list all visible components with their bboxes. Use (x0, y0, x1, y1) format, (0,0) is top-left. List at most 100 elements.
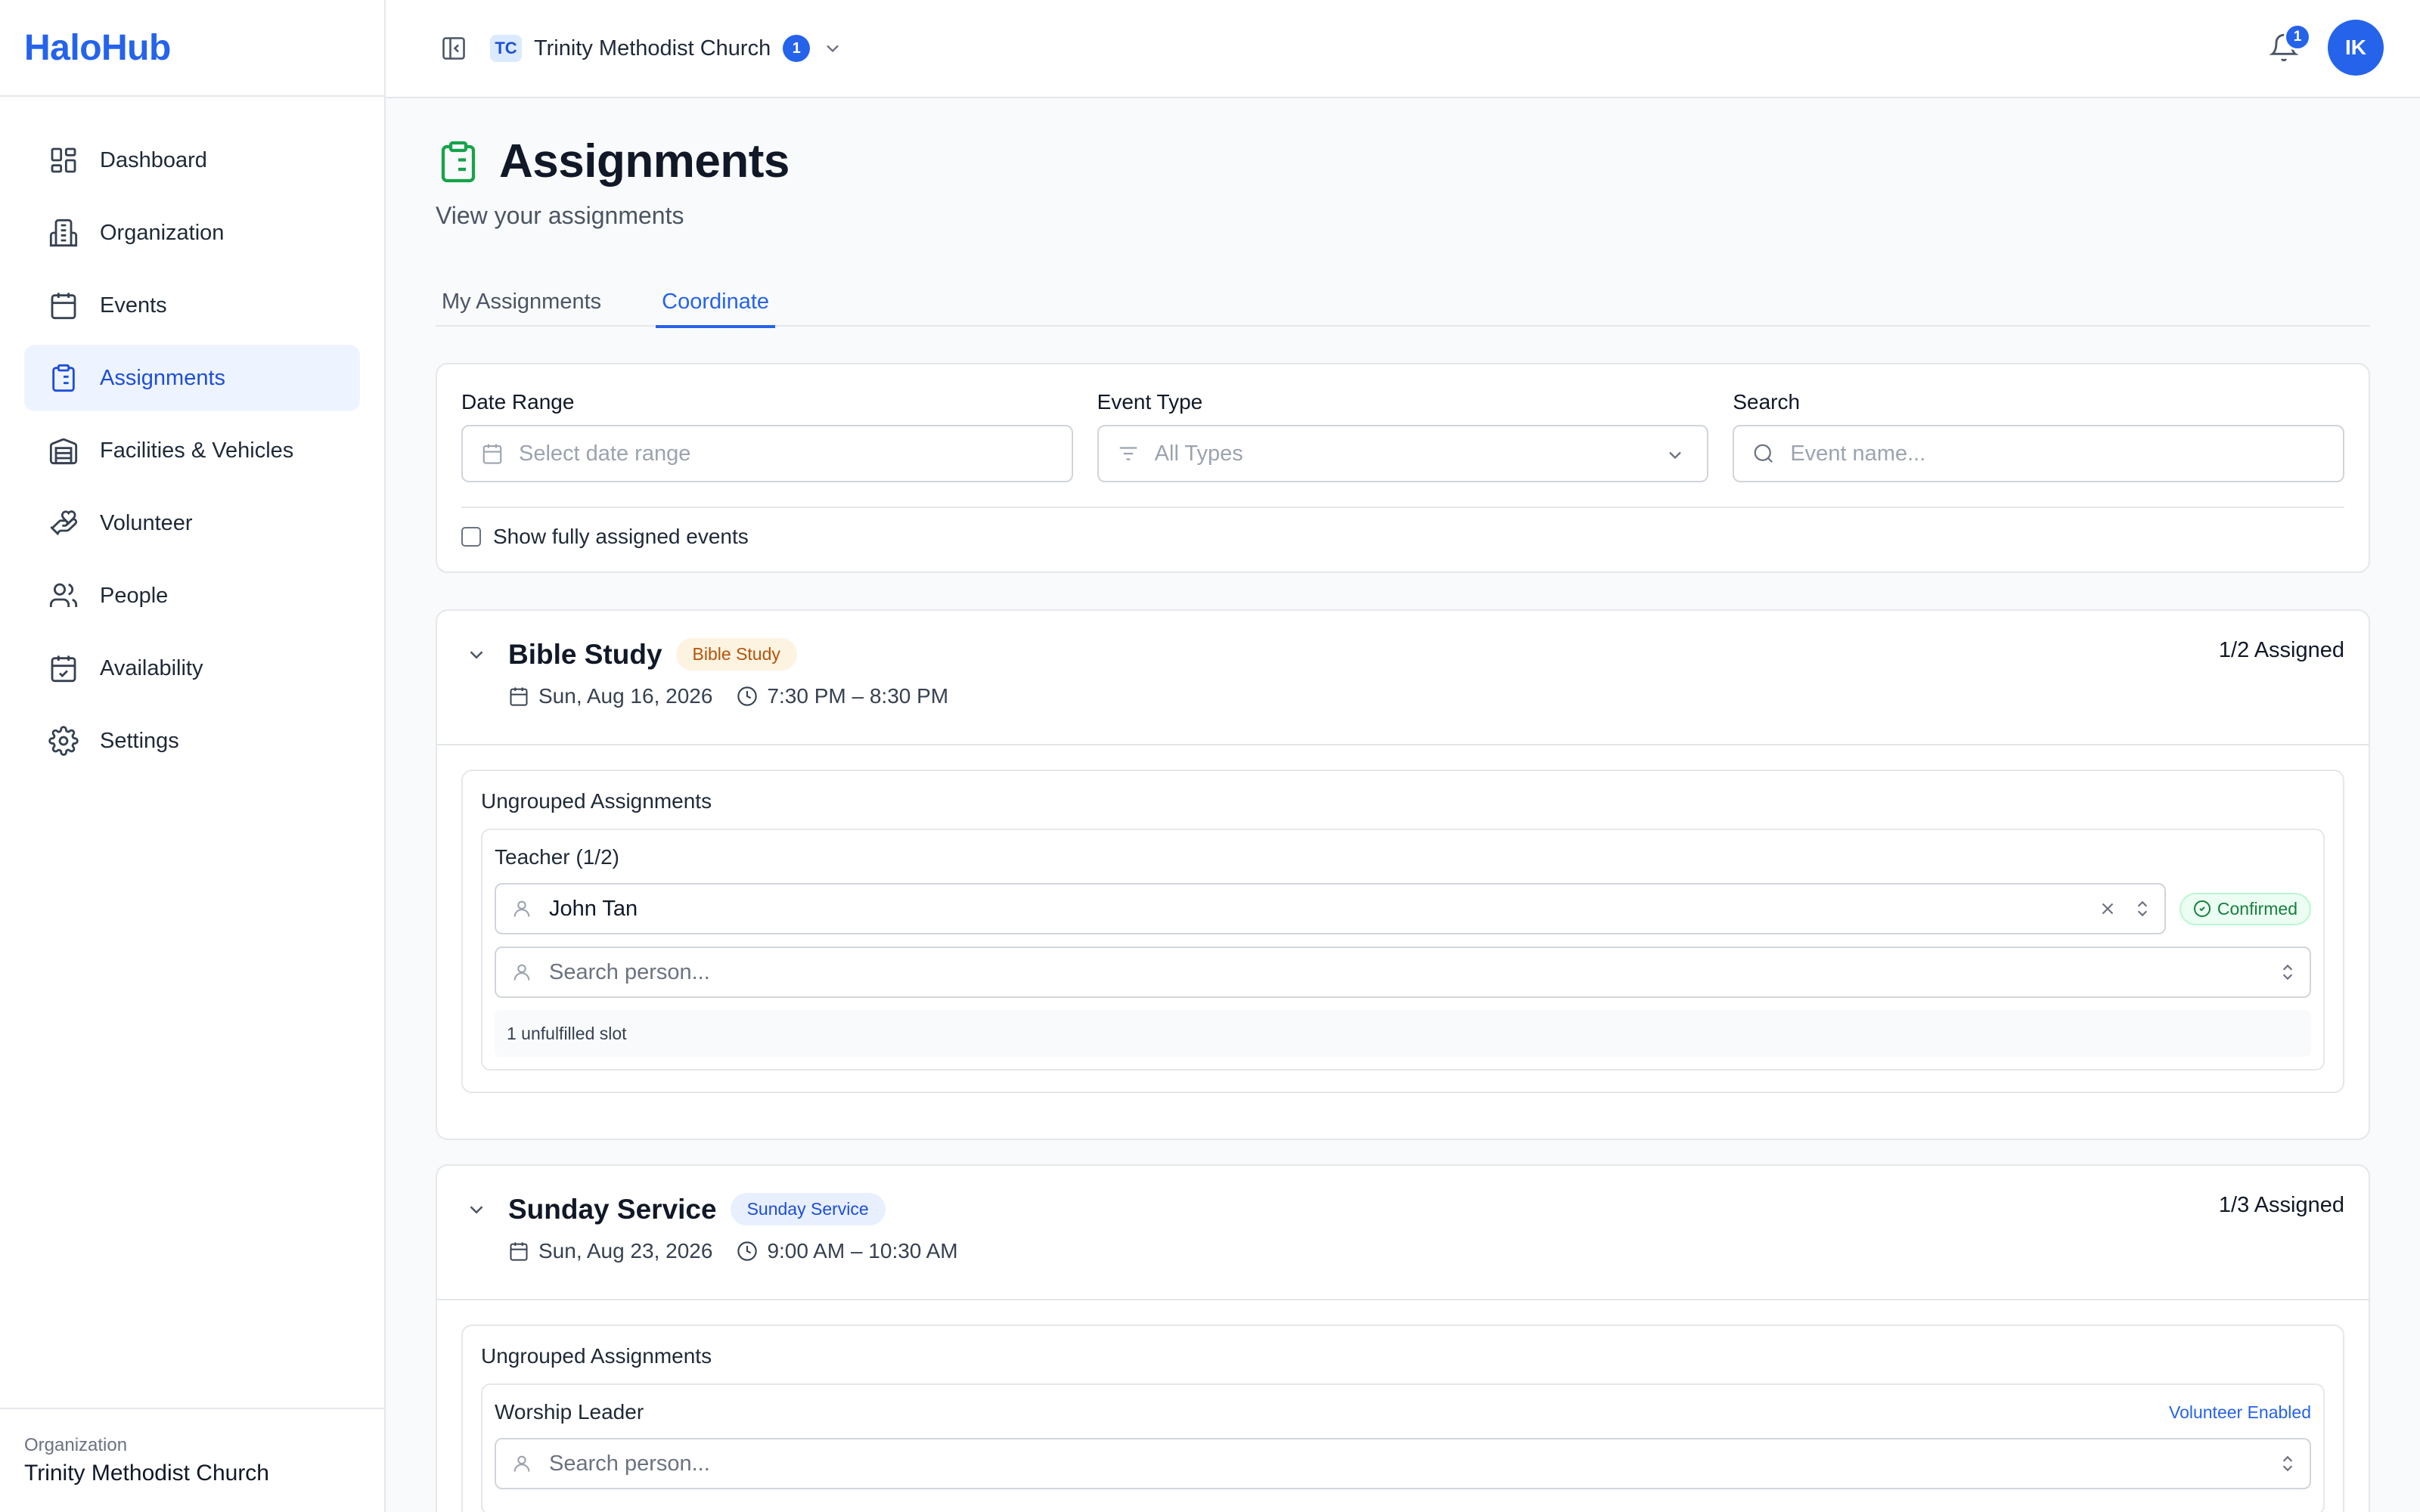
person-search-placeholder: Search person... (549, 1451, 710, 1476)
date-range-label: Date Range (461, 390, 575, 414)
avatar[interactable]: IK (2328, 20, 2384, 76)
users-icon (48, 581, 79, 611)
panel-left-close-icon (442, 37, 465, 60)
event-body: Ungrouped Assignments Teacher (1/2) John… (437, 745, 2369, 1139)
sidebar-item-dashboard[interactable]: Dashboard (24, 127, 360, 194)
event-date-text: Sun, Aug 16, 2026 (538, 684, 713, 708)
page-subtitle: View your assignments (436, 202, 684, 229)
volunteer-enabled-link[interactable]: Volunteer Enabled (2169, 1402, 2311, 1423)
topbar: TC Trinity Methodist Church 1 1 IK (386, 0, 2420, 98)
clipboard-icon (48, 363, 79, 393)
event-body: Ungrouped Assignments Worship Leader Vol… (437, 1300, 2369, 1512)
sidebar-org-footer: Organization Trinity Methodist Church (0, 1408, 384, 1512)
brand-logo-text[interactable]: HaloHub (24, 27, 171, 69)
event-type-badge: Sunday Service (730, 1193, 886, 1225)
status-badge-text: Confirmed (2217, 898, 2297, 919)
event-search-input[interactable]: Event name... (1733, 425, 2345, 482)
org-footer-label: Organization (24, 1435, 128, 1455)
main-area: TC Trinity Methodist Church 1 1 IK Assig… (386, 0, 2420, 1512)
sidebar-item-events[interactable]: Events (24, 272, 360, 339)
calendar-icon (510, 687, 528, 706)
event-type-badge: Bible Study (675, 638, 797, 671)
sidebar-item-label: Availability (100, 655, 203, 680)
event-time: 7:30 PM – 8:30 PM (737, 684, 948, 708)
sidebar-nav: Dashboard Organization Events Assignment… (0, 97, 384, 774)
user-icon (511, 1452, 534, 1475)
person-search-placeholder: Search person... (549, 959, 710, 984)
search-filter: Search Event name... (1733, 390, 2345, 482)
tab-my-assignments[interactable]: My Assignments (436, 277, 607, 327)
check-circle-icon (2193, 900, 2211, 917)
filters-divider (461, 507, 2344, 508)
calendar-icon (510, 1242, 528, 1261)
chevron-down-icon (827, 45, 839, 53)
search-label: Search (1733, 390, 1801, 414)
sidebar-item-label: People (100, 583, 169, 608)
sidebar-item-label: Assignments (100, 365, 226, 390)
page-header: Assignments (436, 135, 2370, 188)
event-title: Bible Study (508, 638, 662, 670)
event-title: Sunday Service (508, 1193, 717, 1225)
show-fully-assigned-checkbox[interactable] (461, 527, 481, 547)
assignee-select[interactable]: John Tan (495, 883, 2166, 934)
notification-count-badge: 1 (2284, 23, 2311, 51)
org-switcher[interactable]: TC Trinity Methodist Church 1 (490, 35, 843, 62)
notifications-button[interactable]: 1 (2261, 23, 2311, 70)
role-title: Teacher (1/2) (495, 845, 619, 869)
show-fully-assigned-row: Show fully assigned events (461, 525, 2344, 549)
role-slot: Teacher (1/2) John Tan Confirmed Search … (481, 829, 2325, 1070)
clear-icon[interactable] (2098, 899, 2118, 919)
sidebar-item-organization[interactable]: Organization (24, 200, 360, 266)
event-type-select[interactable]: All Types (1097, 425, 1709, 482)
user-icon (511, 961, 534, 984)
person-search-select[interactable]: Search person... (495, 947, 2311, 998)
sidebar-item-settings[interactable]: Settings (24, 708, 360, 774)
sidebar-item-facilities-vehicles[interactable]: Facilities & Vehicles (24, 417, 360, 484)
assignment-group: Ungrouped Assignments Worship Leader Vol… (461, 1325, 2344, 1512)
sidebar-item-label: Volunteer (100, 510, 193, 535)
chevrons-up-down-icon[interactable] (2278, 962, 2297, 982)
role-title: Worship Leader (495, 1400, 644, 1424)
sidebar-item-assignments[interactable]: Assignments (24, 345, 360, 411)
tab-coordinate[interactable]: Coordinate (656, 277, 775, 328)
filter-icon (1117, 442, 1140, 465)
event-type-label: Event Type (1097, 390, 1203, 414)
sidebar: HaloHub Dashboard Organization Events As… (0, 0, 386, 1512)
date-range-filter: Date Range Select date range (461, 390, 1073, 482)
sidebar-item-availability[interactable]: Availability (24, 635, 360, 702)
sidebar-item-label: Organization (100, 220, 225, 245)
event-time: 9:00 AM – 10:30 AM (737, 1239, 958, 1263)
event-card: Bible Study Bible Study Sun, Aug 16, 202… (436, 609, 2370, 1140)
event-header[interactable]: Bible Study Bible Study Sun, Aug 16, 202… (437, 611, 2369, 745)
sidebar-item-people[interactable]: People (24, 562, 360, 629)
chevrons-up-down-icon[interactable] (2133, 899, 2152, 919)
building-icon (48, 218, 79, 248)
warehouse-icon (48, 435, 79, 466)
date-range-input[interactable]: Select date range (461, 425, 1073, 482)
unfilled-slot-note: 1 unfulfilled slot (495, 1010, 2311, 1057)
calendar-icon (48, 290, 79, 321)
chevron-down-icon (1669, 451, 1682, 460)
page-content: Assignments View your assignments My Ass… (386, 98, 2420, 1512)
event-header[interactable]: Sunday Service Sunday Service Sun, Aug 2… (437, 1166, 2369, 1300)
gear-icon (48, 726, 79, 756)
org-abbr-badge: TC (490, 35, 522, 62)
tabs: My Assignments Coordinate (436, 277, 2370, 328)
event-assigned-count: 1/3 Assigned (2218, 1193, 2344, 1217)
collapse-sidebar-button[interactable] (431, 26, 476, 71)
event-date: Sun, Aug 23, 2026 (508, 1239, 712, 1263)
person-search-select[interactable]: Search person... (495, 1438, 2311, 1489)
chevron-down-icon[interactable] (461, 1194, 492, 1225)
chevrons-up-down-icon[interactable] (2278, 1454, 2297, 1473)
topbar-actions: 1 IK (2261, 20, 2384, 76)
event-time-text: 9:00 AM – 10:30 AM (767, 1239, 958, 1263)
chevron-down-icon[interactable] (461, 640, 492, 670)
sidebar-item-volunteer[interactable]: Volunteer (24, 490, 360, 556)
role-slot: Worship Leader Volunteer Enabled Search … (481, 1383, 2325, 1512)
brand: HaloHub (0, 0, 384, 97)
event-type-filter: Event Type All Types (1097, 390, 1709, 482)
event-time-text: 7:30 PM – 8:30 PM (767, 684, 949, 708)
filters-panel: Date Range Select date range Event Type (436, 363, 2370, 573)
event-date-text: Sun, Aug 23, 2026 (538, 1239, 713, 1263)
sidebar-item-label: Dashboard (100, 147, 207, 172)
